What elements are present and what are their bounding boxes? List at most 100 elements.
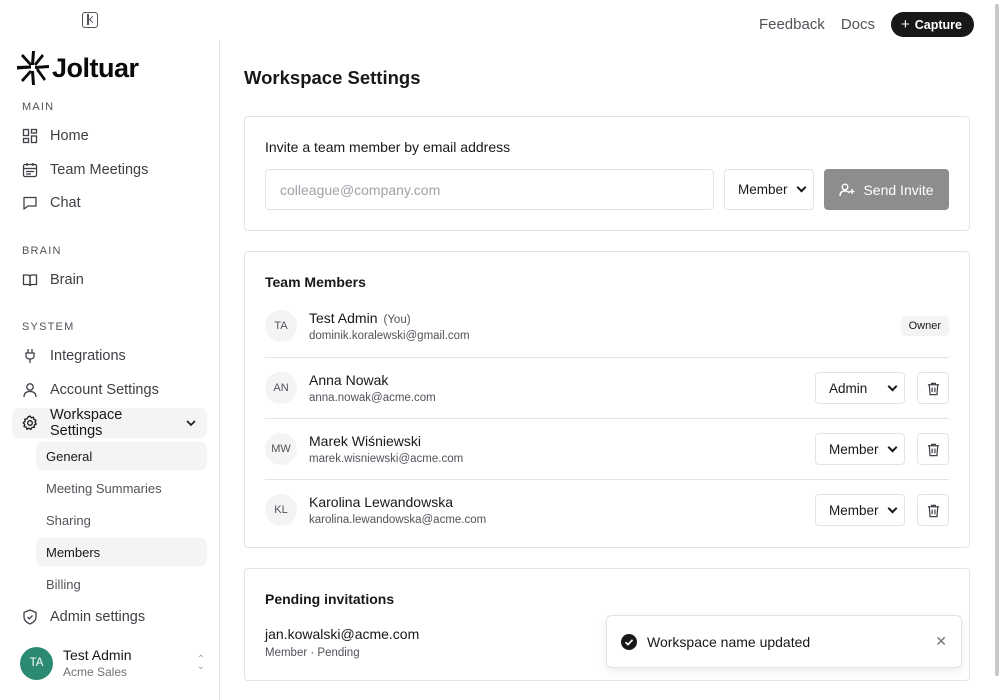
- chevron-down-icon: [887, 442, 898, 452]
- chevron-down-icon: [796, 182, 807, 193]
- top-nav: Feedback Docs + Capture: [759, 12, 974, 37]
- member-role-value: Member: [829, 441, 879, 457]
- sidebar-item-home[interactable]: Home: [12, 121, 207, 151]
- sidebar-item-label: Home: [50, 128, 89, 144]
- user-plus-icon: [839, 183, 855, 196]
- send-invite-button[interactable]: Send Invite: [824, 169, 949, 210]
- chevron-down-icon: [887, 381, 898, 391]
- subnav-item-general[interactable]: General: [36, 442, 207, 470]
- member-name: Anna Nowak: [309, 372, 389, 388]
- message-icon: [23, 196, 37, 210]
- sidebar-toggle-icon[interactable]: [82, 12, 98, 28]
- avatar: KL: [265, 494, 297, 526]
- scrollbar-thumb[interactable]: [995, 4, 999, 676]
- avatar: MW: [265, 433, 297, 465]
- sidebar-item-team-meetings[interactable]: Team Meetings: [12, 155, 207, 185]
- member-email: marek.wisniewski@acme.com: [309, 453, 464, 465]
- sidebar-item-account-settings[interactable]: Account Settings: [12, 375, 207, 405]
- dashboard-icon: [22, 128, 38, 144]
- plus-icon: +: [901, 16, 910, 33]
- chevron-down-icon: [887, 503, 898, 513]
- invite-title: Invite a team member by email address: [265, 139, 511, 155]
- trash-icon: [927, 382, 939, 395]
- table-row: KL Karolina Lewandowska karolina.lewando…: [265, 479, 949, 540]
- invite-role-select[interactable]: Member: [724, 169, 814, 210]
- member-name-line: Test Admin (You): [309, 310, 411, 326]
- member-email: anna.nowak@acme.com: [309, 392, 436, 404]
- subnav-item-billing[interactable]: Billing: [36, 570, 207, 598]
- member-email: karolina.lewandowska@acme.com: [309, 514, 487, 526]
- sidebar-item-label: Admin settings: [50, 609, 146, 625]
- brand-mark-icon: [17, 51, 49, 85]
- user-menu[interactable]: TA Test Admin Acme Sales ⌃ ⌄: [20, 646, 205, 680]
- trash-icon: [927, 504, 939, 517]
- invite-card: Invite a team member by email address Me…: [244, 116, 970, 231]
- sidebar-item-label: Workspace Settings: [50, 407, 123, 439]
- feedback-link[interactable]: Feedback: [759, 16, 825, 33]
- toast-notification: Workspace name updated ✕: [606, 615, 962, 668]
- table-row: TA Test Admin (You) dominik.koralewski@gm…: [265, 296, 949, 357]
- owner-badge: Owner: [900, 316, 949, 336]
- table-row: AN Anna Nowak anna.nowak@acme.com Admin: [265, 357, 949, 418]
- member-name: Karolina Lewandowska: [309, 494, 453, 510]
- sidebar-item-label: Account Settings: [50, 382, 159, 398]
- toast-message: Workspace name updated: [647, 633, 811, 650]
- sidebar: Joltuar MAIN Home Team Meetings Chat BRA…: [0, 40, 220, 700]
- sidebar-item-integrations[interactable]: Integrations: [12, 341, 207, 371]
- you-label: (You): [383, 314, 411, 326]
- sidebar-item-admin-settings[interactable]: Admin settings: [12, 602, 207, 632]
- pending-title: Pending invitations: [265, 591, 395, 607]
- section-label-system: SYSTEM: [22, 321, 75, 333]
- sidebar-item-chat[interactable]: Chat: [12, 188, 207, 218]
- sidebar-item-workspace-settings[interactable]: Workspace Settings: [12, 407, 207, 439]
- close-icon[interactable]: ✕: [935, 633, 947, 650]
- gear-icon: [22, 415, 37, 431]
- member-role-select[interactable]: Member: [815, 433, 905, 465]
- brand-logo[interactable]: Joltuar: [16, 50, 139, 86]
- plug-icon: [25, 349, 35, 363]
- check-circle-icon: [621, 633, 637, 650]
- subnav-item-members[interactable]: Members: [36, 538, 207, 566]
- team-members-card: Team Members TA Test Admin (You) dominik.…: [244, 251, 970, 548]
- subnav-item-sharing[interactable]: Sharing: [36, 506, 207, 534]
- shield-icon: [23, 609, 37, 625]
- member-name: Test Admin: [309, 310, 378, 326]
- member-role-value: Admin: [829, 380, 868, 396]
- pending-status: Member · Pending: [265, 647, 360, 659]
- avatar: TA: [265, 310, 297, 342]
- user-info: Test Admin Acme Sales: [63, 647, 131, 679]
- member-email: dominik.koralewski@gmail.com: [309, 330, 470, 342]
- book-open-icon: [22, 274, 38, 287]
- remove-member-button[interactable]: [917, 494, 949, 526]
- sidebar-item-label: Chat: [50, 195, 81, 211]
- team-members-title: Team Members: [265, 274, 366, 290]
- docs-link[interactable]: Docs: [841, 16, 875, 33]
- table-row: MW Marek Wiśniewski marek.wisniewski@acm…: [265, 418, 949, 479]
- pending-email: jan.kowalski@acme.com: [265, 626, 420, 642]
- invite-role-value: Member: [738, 182, 788, 197]
- trash-icon: [927, 443, 939, 456]
- subnav-item-meeting-summaries[interactable]: Meeting Summaries: [36, 474, 207, 502]
- sidebar-item-brain[interactable]: Brain: [12, 265, 207, 295]
- calendar-icon: [22, 163, 38, 178]
- sidebar-item-label: Integrations: [50, 348, 126, 364]
- scrollbar[interactable]: [994, 0, 1000, 700]
- member-role-select[interactable]: Member: [815, 494, 905, 526]
- sidebar-item-label: Team Meetings: [50, 162, 149, 178]
- remove-member-button[interactable]: [917, 372, 949, 404]
- sidebar-item-label: Brain: [50, 272, 84, 288]
- brand-name: Joltuar: [52, 52, 139, 83]
- section-label-main: MAIN: [22, 101, 55, 113]
- remove-member-button[interactable]: [917, 433, 949, 465]
- user-icon: [23, 383, 37, 398]
- invite-email-input[interactable]: [265, 169, 714, 210]
- avatar: TA: [20, 646, 53, 680]
- capture-button[interactable]: + Capture: [891, 12, 974, 37]
- member-role-value: Member: [829, 502, 879, 518]
- send-invite-label: Send Invite: [863, 181, 934, 198]
- user-org: Acme Sales: [63, 665, 128, 679]
- chevron-down-icon: [186, 420, 196, 427]
- chevrons-up-down-icon: ⌃ ⌄: [196, 654, 205, 672]
- member-name: Marek Wiśniewski: [309, 433, 422, 449]
- member-role-select[interactable]: Admin: [815, 372, 905, 404]
